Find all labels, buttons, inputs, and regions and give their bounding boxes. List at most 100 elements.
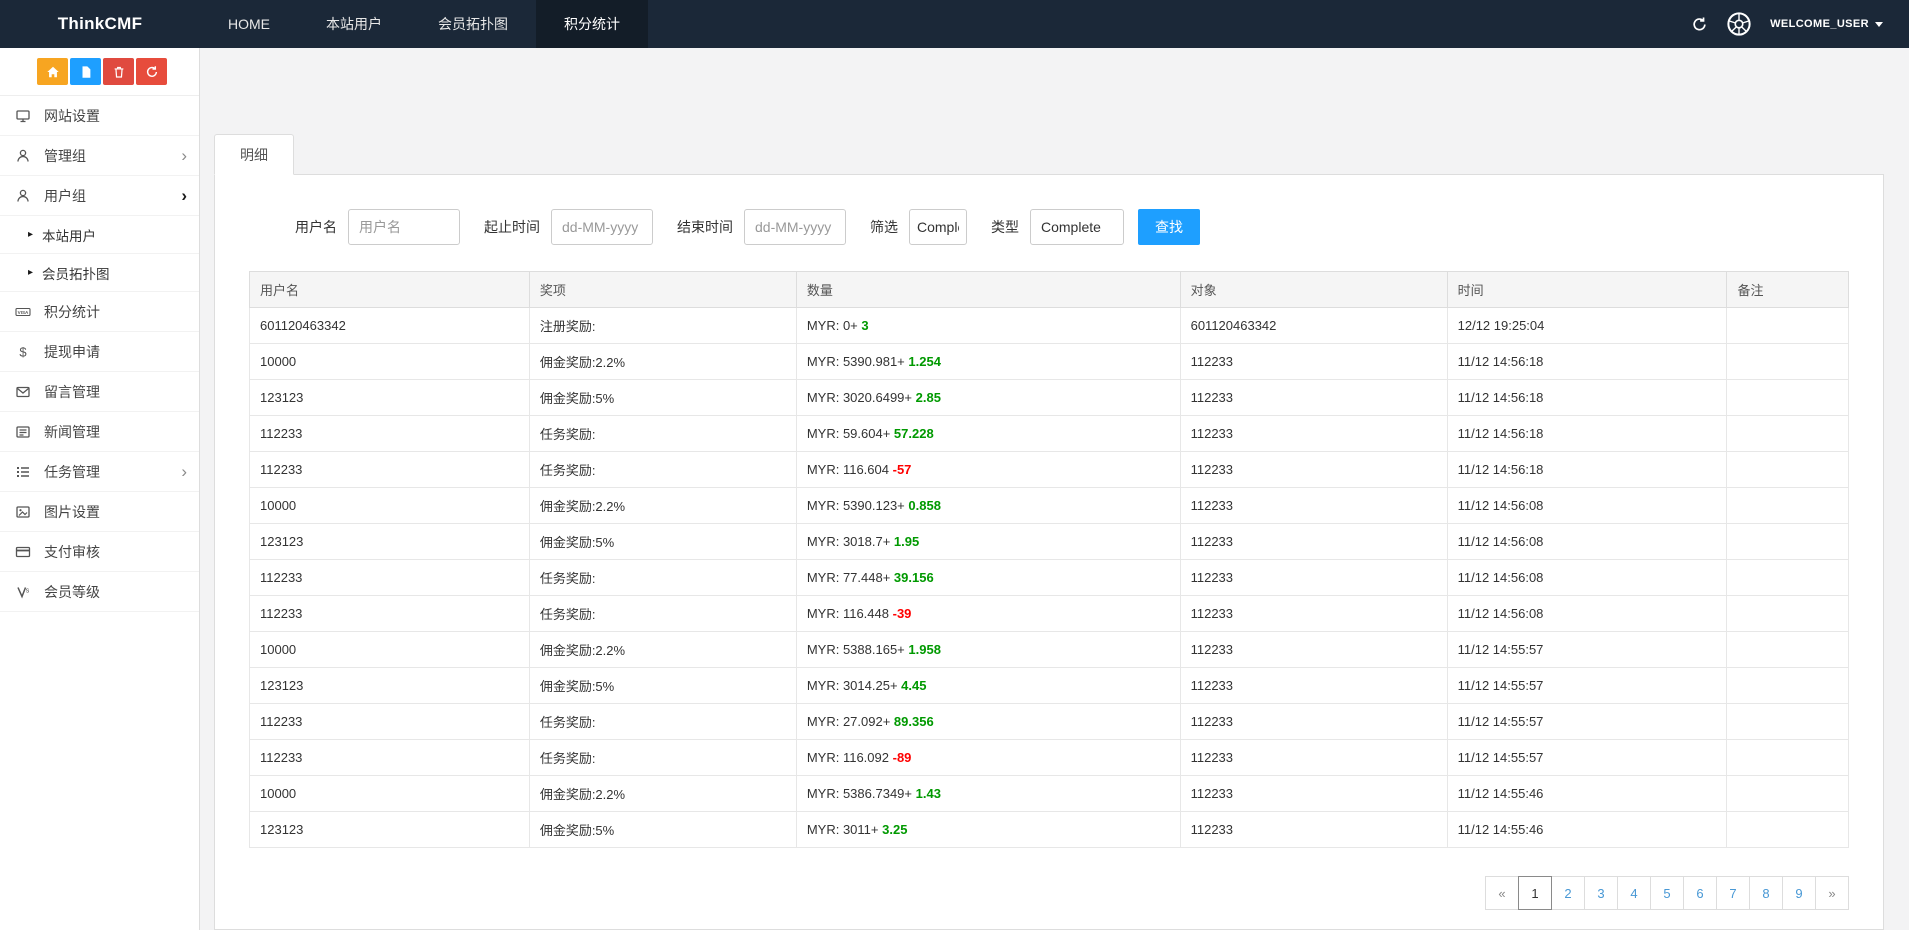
cell-note (1727, 308, 1849, 344)
start-date-input[interactable] (551, 209, 653, 245)
navbar-item-0[interactable]: HOME (200, 0, 298, 48)
username-input[interactable] (348, 209, 460, 245)
cell-prize: 佣金奖励:2.2% (529, 776, 796, 812)
table-row: 10000佣金奖励:2.2%MYR: 5386.7349+ 1.43112233… (250, 776, 1849, 812)
sidebar-item-10[interactable]: s会员等级 (0, 572, 199, 612)
sidebar-subitem-2-0[interactable]: ▸本站用户 (0, 216, 199, 254)
filter-bar: 用户名 起止时间 结束时间 筛选 类型 (249, 209, 1849, 245)
table-header-row: 用户名奖项数量对象时间备注 (250, 272, 1849, 308)
amount-delta: 3.25 (882, 822, 907, 837)
cell-amount: MYR: 5386.7349+ 1.43 (796, 776, 1180, 812)
search-button[interactable]: 查找 (1138, 209, 1200, 245)
table-row: 112233任务奖励:MYR: 77.448+ 39.15611223311/1… (250, 560, 1849, 596)
navbar-menu: HOME本站用户会员拓扑图积分统计 (200, 0, 648, 48)
table-row: 10000佣金奖励:2.2%MYR: 5390.123+ 0.858112233… (250, 488, 1849, 524)
cell-username: 10000 (250, 776, 530, 812)
navbar-item-2[interactable]: 会员拓扑图 (410, 0, 536, 48)
amount-base: MYR: 116.604 (807, 462, 893, 477)
cell-target: 601120463342 (1180, 308, 1447, 344)
file-quick-button[interactable] (70, 58, 101, 85)
table-row: 10000佣金奖励:2.2%MYR: 5390.981+ 1.254112233… (250, 344, 1849, 380)
sidebar-item-label: 任务管理 (44, 462, 181, 482)
chevron-right-icon: › (181, 187, 187, 204)
cell-target: 112233 (1180, 776, 1447, 812)
page-button-5[interactable]: 5 (1650, 876, 1684, 910)
cell-note (1727, 524, 1849, 560)
refresh-icon[interactable] (1691, 16, 1708, 33)
cell-username: 112233 (250, 704, 530, 740)
sidebar-item-label: 管理组 (44, 146, 181, 166)
table-row: 123123佣金奖励:5%MYR: 3014.25+ 4.4511223311/… (250, 668, 1849, 704)
trash-quick-button[interactable] (103, 58, 134, 85)
page-button-2[interactable]: 2 (1551, 876, 1585, 910)
sidebar-item-9[interactable]: 支付审核 (0, 532, 199, 572)
sidebar-item-1[interactable]: 管理组› (0, 136, 199, 176)
user-menu[interactable]: WELCOME_USER (1770, 18, 1883, 30)
sidebar-item-2[interactable]: 用户组› (0, 176, 199, 216)
cell-note (1727, 740, 1849, 776)
desktop-icon (15, 108, 39, 124)
cell-target: 112233 (1180, 740, 1447, 776)
cell-time: 11/12 14:56:08 (1447, 524, 1727, 560)
amount-base: MYR: 3014.25+ (807, 678, 901, 693)
dollar-icon: $ (15, 344, 39, 360)
amount-delta: 3 (861, 318, 868, 333)
cell-note (1727, 380, 1849, 416)
sidebar-item-6[interactable]: 新闻管理 (0, 412, 199, 452)
page-button-4[interactable]: 4 (1617, 876, 1651, 910)
cell-time: 11/12 14:56:18 (1447, 344, 1727, 380)
home-quick-button[interactable] (37, 58, 68, 85)
sidebar-item-4[interactable]: $提现申请 (0, 332, 199, 372)
page-button-9[interactable]: 9 (1782, 876, 1816, 910)
sidebar-item-7[interactable]: 任务管理› (0, 452, 199, 492)
image-icon (15, 504, 39, 520)
sidebar-item-5[interactable]: 留言管理 (0, 372, 199, 412)
cell-amount: MYR: 116.604 -57 (796, 452, 1180, 488)
table-row: 112233任务奖励:MYR: 59.604+ 57.22811223311/1… (250, 416, 1849, 452)
sidebar-item-0[interactable]: 网站设置 (0, 96, 199, 136)
page-button-1[interactable]: 1 (1518, 876, 1552, 910)
svg-text:s: s (26, 587, 30, 594)
column-header: 用户名 (250, 272, 530, 308)
cell-time: 11/12 14:55:57 (1447, 704, 1727, 740)
navbar-item-1[interactable]: 本站用户 (298, 0, 410, 48)
tab-detail[interactable]: 明细 (214, 134, 294, 175)
page-button-6[interactable]: 6 (1683, 876, 1717, 910)
cell-time: 11/12 14:55:57 (1447, 740, 1727, 776)
sidebar-item-8[interactable]: 图片设置 (0, 492, 199, 532)
cell-username: 123123 (250, 812, 530, 848)
cell-time: 11/12 14:56:08 (1447, 488, 1727, 524)
cell-amount: MYR: 116.448 -39 (796, 596, 1180, 632)
page-prev-button[interactable]: « (1485, 876, 1519, 910)
amount-base: MYR: 116.092 (807, 750, 893, 765)
table-row: 112233任务奖励:MYR: 27.092+ 89.35611223311/1… (250, 704, 1849, 740)
sidebar-item-label: 支付审核 (44, 542, 187, 562)
type-select[interactable] (1030, 209, 1124, 245)
cell-prize: 佣金奖励:2.2% (529, 632, 796, 668)
refresh-quick-button[interactable] (136, 58, 167, 85)
page-button-7[interactable]: 7 (1716, 876, 1750, 910)
amount-base: MYR: 5390.123+ (807, 498, 909, 513)
username-label: 用户名 (295, 217, 337, 237)
visa-icon: VISA (15, 304, 39, 320)
type-label: 类型 (991, 217, 1019, 237)
page-button-3[interactable]: 3 (1584, 876, 1618, 910)
sidebar-subitem-2-1[interactable]: ▸会员拓扑图 (0, 254, 199, 292)
sidebar-item-3[interactable]: VISA积分统计 (0, 292, 199, 332)
cell-prize: 任务奖励: (529, 560, 796, 596)
end-date-input[interactable] (744, 209, 846, 245)
cell-target: 112233 (1180, 488, 1447, 524)
cell-username: 112233 (250, 740, 530, 776)
start-time-label: 起止时间 (484, 217, 540, 237)
navbar-item-3[interactable]: 积分统计 (536, 0, 648, 48)
amount-delta: 2.85 (916, 390, 941, 405)
page-next-button[interactable]: » (1815, 876, 1849, 910)
cell-note (1727, 488, 1849, 524)
mail-icon (15, 384, 39, 400)
filter-input[interactable] (909, 209, 967, 245)
brand-logo[interactable]: ThinkCMF (0, 14, 200, 34)
table-row: 601120463342注册奖励:MYR: 0+ 360112046334212… (250, 308, 1849, 344)
page-button-8[interactable]: 8 (1749, 876, 1783, 910)
avatar-icon[interactable] (1724, 9, 1754, 39)
cell-note (1727, 632, 1849, 668)
